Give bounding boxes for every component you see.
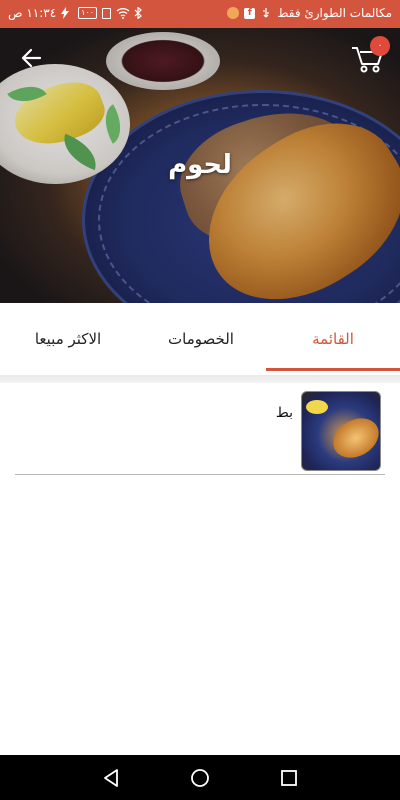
battery-icon: ١٠٠ [78,7,98,19]
bluetooth-icon [133,6,145,20]
triangle-back-icon [104,769,118,787]
nav-home-button[interactable] [187,765,213,791]
nav-recent-button[interactable] [276,765,302,791]
carrier-text: مكالمات الطوارئ فقط [277,6,392,20]
active-tab-indicator [266,368,400,371]
back-arrow-button[interactable] [14,42,50,74]
item-name: بط [275,405,293,421]
category-title: لحوم [168,150,232,180]
facebook-icon: f [244,7,256,19]
list-item[interactable]: بط [15,383,385,475]
status-bar: مكالمات الطوارئ فقط f ١١:٣٤ ص ١٠٠ [0,0,400,28]
clock: ١١:٣٤ ص [8,6,57,20]
system-nav-bar [0,755,400,800]
charging-icon [61,7,73,19]
item-thumbnail [301,391,381,471]
cart-count-badge: ٠ [370,36,390,56]
vibrate-icon [102,7,112,19]
status-bar-left: ١١:٣٤ ص ١٠٠ [8,6,145,20]
square-recent-icon [281,770,297,786]
tab-best-sellers[interactable]: الاكثر مبيعا [0,303,136,375]
tab-discounts[interactable]: الخصومات [136,303,266,375]
usb-icon [260,7,272,19]
wifi-icon [116,7,130,19]
status-bar-right: مكالمات الطوارئ فقط f [227,6,392,20]
notification-dot-icon [227,7,240,19]
tab-bar: القائمة الخصومات الاكثر مبيعا [0,303,400,375]
circle-home-icon [191,769,209,787]
nav-back-button[interactable] [98,765,124,791]
tab-menu[interactable]: القائمة [266,303,400,375]
back-arrow-icon [21,48,42,68]
menu-list: بط [8,383,392,755]
